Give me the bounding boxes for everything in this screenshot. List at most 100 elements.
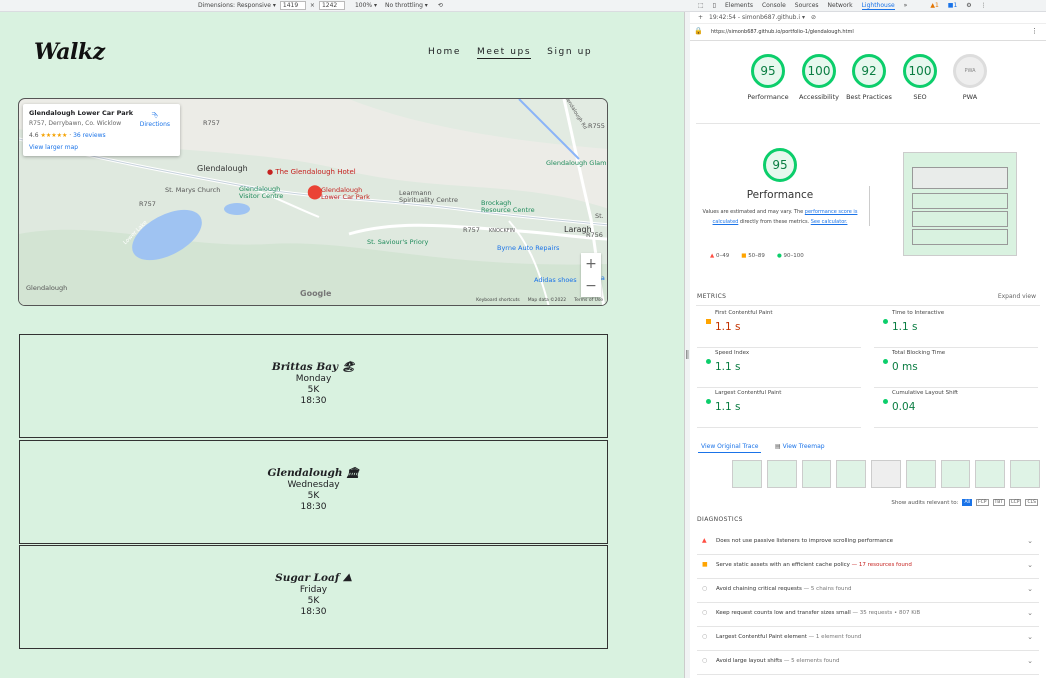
pass-circle-icon [706,399,711,404]
chevron-down-icon: ⌄ [1027,657,1033,665]
diagnostic-item[interactable]: ○ Largest Contentful Paint element — 1 el… [697,627,1039,651]
inspect-icon[interactable]: ⬚ [698,2,704,9]
warning-badge[interactable]: ▲1 [930,2,938,9]
report-url-bar: 🔒 https://simonb687.github.io/portfolio-… [690,24,1046,41]
filmstrip-frame [1010,460,1041,488]
report-menu-icon[interactable]: ⋮ [1031,27,1038,35]
meetup-name: Brittas Bay 🏖 [271,361,356,373]
nav-meet-ups[interactable]: Meet ups [476,47,532,59]
nav-home[interactable]: Home [428,47,461,59]
filter-all[interactable]: All [962,499,973,506]
report-selector[interactable]: 19:42:54 - simonb687.github.i ▾ [709,14,805,21]
width-input[interactable]: 1419 [279,1,306,10]
meetup-day: Monday [295,374,332,384]
height-input[interactable]: 1242 [318,1,345,10]
zoom-dropdown[interactable]: 100% ▾ [355,2,377,9]
device-icon[interactable]: ▯ [713,2,716,9]
rotate-icon[interactable]: ⟲ [438,2,443,9]
tab-lighthouse[interactable]: Lighthouse [861,2,895,10]
filter-tbt[interactable]: TBT [992,499,1006,506]
dimensions-dropdown[interactable]: Dimensions: Responsive ▾ [198,2,276,9]
gauge-pwa[interactable]: PWA PWA [940,54,1000,101]
map-label-byrne[interactable]: Byrne Auto Repairs [497,244,559,252]
settings-icon[interactable]: ⚙ [966,2,971,9]
view-original-trace-button[interactable]: View Original Trace [698,441,762,453]
keyboard-shortcuts-link[interactable]: Keyboard shortcuts [476,298,520,303]
diagnostics-heading: DIAGNOSTICS [697,516,743,523]
times-icon: × [309,2,315,9]
kebab-menu-icon[interactable]: ⋮ [981,2,987,9]
view-larger-map-link[interactable]: View larger map [29,144,174,151]
tab-sources[interactable]: Sources [795,2,819,9]
map-label-st-saviours[interactable]: St. Saviour's Priory [367,238,428,246]
add-report-icon[interactable]: + [698,14,703,21]
pass-circle-icon [883,359,888,364]
map-label-learmann[interactable]: Learmann Spirituality Centre [399,190,459,204]
meetup-name: Sugar Loaf ⛰ [275,572,352,584]
performance-gauge: 95 [763,148,797,182]
diagnostic-item[interactable]: ■ Serve static assets with an efficient c… [697,555,1039,579]
drag-handle-icon: ‖ [685,350,690,360]
directions-button[interactable]: ⮷ Directions [140,111,170,128]
report-url[interactable]: https://simonb687.github.io/portfolio-1/… [711,29,854,35]
meetup-time: 18:30 [300,502,327,512]
tab-network[interactable]: Network [828,2,853,9]
diagnostic-item[interactable]: ○ Avoid chaining critical requests — 5 ch… [697,579,1039,603]
filmstrip-frame [732,460,762,488]
filter-lcp[interactable]: LCP [1009,499,1022,506]
terms-link[interactable]: Terms of Use [574,298,603,303]
map-label-glamp[interactable]: Glendalough Glam [546,159,606,167]
diagnostic-item[interactable]: ○ Avoid large layout shifts — 5 elements … [697,651,1039,675]
treemap-icon: ▤ [775,443,781,450]
more-tabs-button[interactable]: » [904,2,908,9]
throttle-dropdown[interactable]: No throttling ▾ [385,2,428,9]
tab-elements[interactable]: Elements [725,2,753,9]
metric-tti: Time to Interactive 1.1 s [874,310,1038,348]
pass-circle-icon [883,319,888,324]
map-label-brockagh[interactable]: Brockagh Resource Centre [481,200,541,214]
diagnostic-item[interactable]: ○ Keep request counts low and transfer si… [697,603,1039,627]
map-label-laragh: Laragh [564,225,592,234]
filter-fcp[interactable]: FCP [976,499,989,506]
meetup-distance: 5K [307,596,320,606]
filter-cls[interactable]: CLS [1025,499,1038,506]
chevron-down-icon: ⌄ [1027,609,1033,617]
google-map[interactable]: Glendalough Lower Car Park R757, Derryba… [18,98,608,306]
map-footer: Keyboard shortcuts Map data ©2022 Terms … [476,298,603,303]
map-zoom-controls: + − [581,253,601,297]
map-label-glendalough: Glendalough [197,164,248,173]
road-label: R755 [588,122,605,130]
view-treemap-button[interactable]: ▤ View Treemap [772,441,828,452]
expand-view-toggle[interactable]: Expand view [998,293,1036,300]
metrics-heading: METRICS [697,293,727,300]
map-label-adidas[interactable]: Adidas shoes [534,276,577,284]
score-legend: ▲ 0–49 ■ 50–89 ● 90–100 [710,253,804,259]
tab-console[interactable]: Console [762,2,786,9]
reviews-link[interactable]: 36 reviews [73,132,106,139]
site-logo[interactable]: Walkz [34,39,105,65]
clear-icon[interactable]: ⊘ [811,14,816,21]
map-label-car-park[interactable]: Glendalough Lower Car Park [321,187,376,201]
meetup-distance: 5K [307,385,320,395]
info-badge[interactable]: ■1 [948,2,958,9]
zoom-out-button[interactable]: − [581,275,601,297]
final-screenshot[interactable] [903,152,1017,256]
map-label-hotel[interactable]: ● The Glendalough Hotel [267,168,356,176]
device-toolbar: Dimensions: Responsive ▾ 1419 × 1242 100… [0,0,690,12]
meetup-time: 18:30 [300,607,327,617]
zoom-in-button[interactable]: + [581,253,601,275]
filmstrip-frame [975,460,1006,488]
average-square-icon [706,319,711,324]
average-square-icon: ■ [741,253,747,259]
road-label: R757 [139,200,156,208]
stars-icon: ★★★★★ [40,132,68,139]
diagnostic-item[interactable]: ▲ Does not use passive listeners to impro… [697,531,1039,555]
map-label-bottom: Glendalough [26,284,68,292]
fail-triangle-icon: ▲ [702,537,707,544]
metric-fcp: First Contentful Paint 1.1 s [697,310,861,348]
nav-sign-up[interactable]: Sign up [547,47,592,59]
road-label: R757 [203,119,220,127]
map-label-visitor-centre[interactable]: Glendalough Visitor Centre [239,186,294,200]
see-calculator-link[interactable]: See calculator. [811,219,848,225]
chevron-down-icon: ⌄ [1027,561,1033,569]
